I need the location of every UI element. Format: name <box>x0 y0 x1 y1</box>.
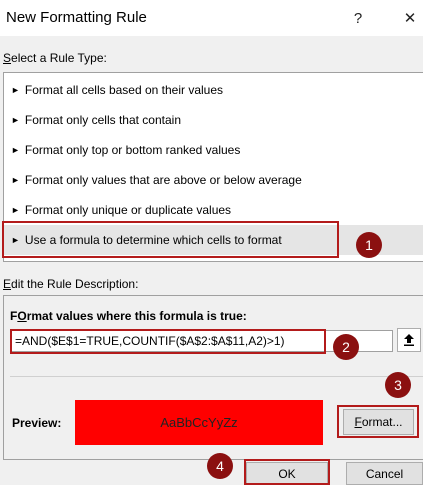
arrow-icon: ► <box>11 85 20 95</box>
preview-sample: AaBbCcYyZz <box>75 400 323 445</box>
rule-description-label: Edit the Rule Description: <box>3 277 139 291</box>
highlight-box-format <box>337 405 419 438</box>
rule-type-item[interactable]: ► Format only values that are above or b… <box>4 165 423 195</box>
rule-type-item-label: Format only top or bottom ranked values <box>24 143 241 157</box>
arrow-icon: ► <box>11 115 20 125</box>
callout-badge: 2 <box>333 334 359 360</box>
arrow-icon: ► <box>11 145 20 155</box>
rule-type-item[interactable]: ► Format only top or bottom ranked value… <box>4 135 423 165</box>
callout-badge: 3 <box>385 372 411 398</box>
upload-arrow-icon <box>404 334 414 346</box>
rule-type-item[interactable]: ► Format all cells based on their values <box>4 75 423 105</box>
callout-badge: 1 <box>356 232 382 258</box>
rule-type-item-label: Format only values that are above or bel… <box>24 173 302 187</box>
cancel-button[interactable]: Cancel <box>346 462 423 485</box>
callout-badge: 4 <box>207 453 233 479</box>
highlight-box-selected-rule <box>2 221 339 258</box>
rule-type-item-label: Format all cells based on their values <box>24 83 224 97</box>
highlight-box-formula <box>10 329 326 354</box>
close-button[interactable]: ✕ <box>398 6 422 30</box>
rule-type-item-label: Format only cells that contain <box>24 113 181 127</box>
dialog-title: New Formatting Rule <box>6 9 147 26</box>
help-button[interactable]: ? <box>346 6 370 30</box>
rule-type-item[interactable]: ► Format only cells that contain <box>4 105 423 135</box>
rule-type-label: Select a Rule Type: <box>3 51 107 65</box>
highlight-box-ok <box>244 459 330 485</box>
divider <box>10 376 423 377</box>
rule-type-item-label: Format only unique or duplicate values <box>24 203 232 217</box>
formula-heading: FOrmat values where this formula is true… <box>10 309 247 323</box>
arrow-icon: ► <box>11 205 20 215</box>
preview-label: Preview: <box>12 416 62 430</box>
arrow-icon: ► <box>11 175 20 185</box>
collapse-dialog-button[interactable] <box>397 328 421 352</box>
